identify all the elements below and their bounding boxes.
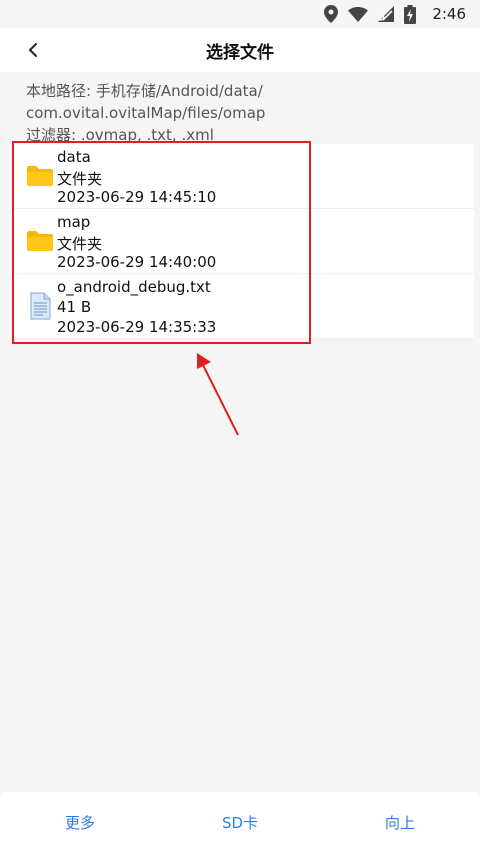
more-button[interactable]: 更多 [20,792,140,853]
up-button[interactable]: 向上 [340,792,460,853]
annotation-arrow-icon [197,353,239,436]
sdcard-button[interactable]: SD卡 [180,792,300,853]
bottom-toolbar: 更多 SD卡 向上 [0,792,480,853]
